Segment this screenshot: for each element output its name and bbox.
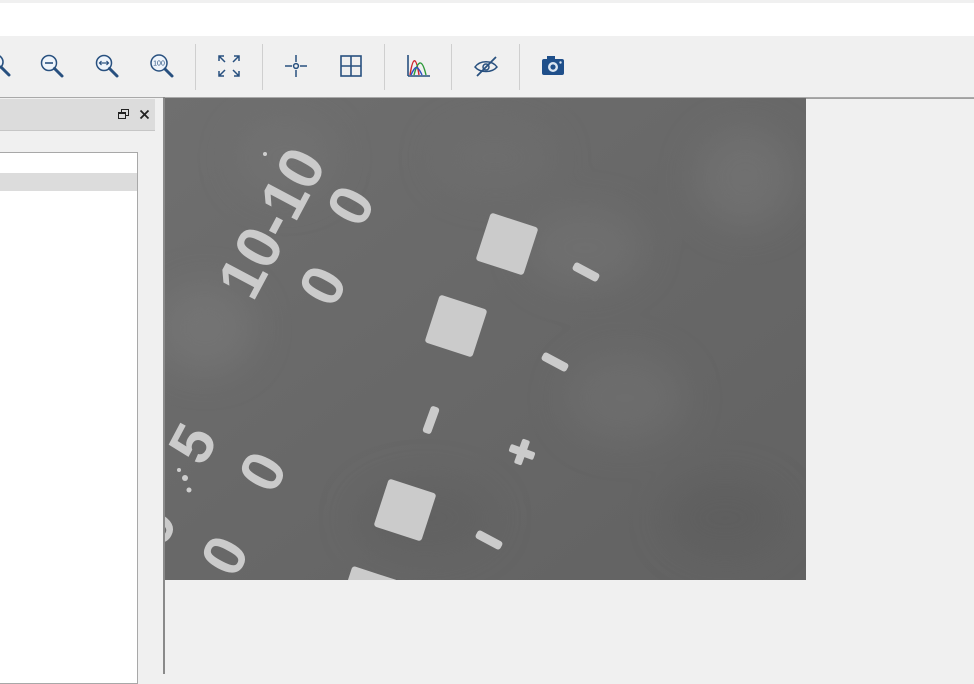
camera-image: 10-10 0 0 0 0 5 0 0 — [165, 98, 806, 580]
title-area — [0, 0, 974, 38]
viewer-frame-line — [806, 98, 974, 99]
zoom-out-icon[interactable] — [38, 52, 66, 80]
expand-icon[interactable] — [215, 52, 243, 80]
toolbar-separator — [384, 44, 385, 90]
menu-strip — [0, 3, 974, 36]
dock-header — [0, 99, 155, 131]
zoom-fit-width-icon[interactable] — [93, 52, 121, 80]
toolbar: 100 — [0, 38, 974, 98]
image-canvas[interactable]: 10-10 0 0 0 0 5 0 0 — [165, 98, 806, 580]
close-icon[interactable] — [136, 106, 152, 122]
restore-icon[interactable] — [115, 106, 131, 122]
list-item[interactable] — [0, 173, 137, 191]
toolbar-separator — [451, 44, 452, 90]
zoom-100-icon[interactable]: 100 — [148, 52, 176, 80]
zoom-100-label: 100 — [153, 61, 165, 68]
histogram-icon[interactable] — [404, 52, 432, 80]
toolbar-separator — [195, 44, 196, 90]
crosshair-icon[interactable] — [282, 52, 310, 80]
toolbar-separator — [519, 44, 520, 90]
eye-slash-icon[interactable] — [472, 52, 500, 80]
toolbar-separator — [262, 44, 263, 90]
grid-icon[interactable] — [337, 52, 365, 80]
image-viewer: 10-10 0 0 0 0 5 0 0 — [165, 98, 974, 674]
dock-list[interactable] — [0, 152, 138, 684]
camera-icon[interactable] — [539, 52, 567, 80]
zoom-icon[interactable] — [0, 52, 14, 80]
